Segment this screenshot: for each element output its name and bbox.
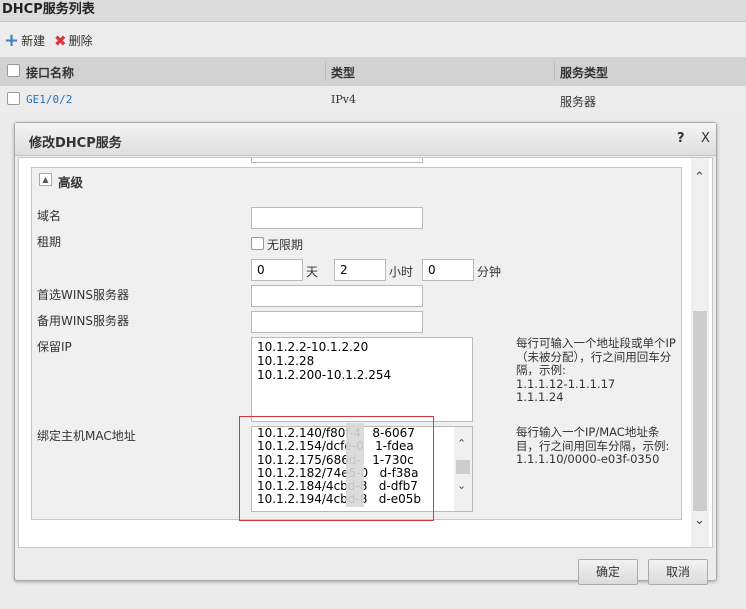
- new-button[interactable]: + 新建: [4, 29, 46, 51]
- cell-service-type: 服务器: [560, 95, 597, 109]
- highlight-box: [239, 416, 434, 521]
- cancel-button[interactable]: 取消: [648, 559, 708, 585]
- wins-backup-label: 备用WINS服务器: [37, 314, 129, 328]
- row-checkbox[interactable]: [7, 92, 20, 105]
- minutes-unit: 分钟: [477, 265, 502, 279]
- delete-label: 删除: [68, 34, 93, 48]
- dialog-header: 修改DHCP服务 ? X: [15, 123, 716, 156]
- plus-icon: +: [4, 29, 20, 51]
- collapse-icon[interactable]: ▲: [39, 173, 52, 186]
- scroll-thumb[interactable]: [456, 460, 470, 474]
- delete-x-icon: ✖: [54, 31, 67, 50]
- bind-mac-scrollbar[interactable]: ⌃ ⌄: [454, 427, 472, 511]
- bind-mac-hint: 每行输入一个IP/MAC地址条目，行之间用回车分隔，示例: 1.1.1.10/0…: [516, 425, 670, 466]
- wins-primary-input[interactable]: [251, 285, 423, 307]
- advanced-panel: ▲ 高级 域名 租期 无限期 0 天 2 小时 0 分钟 首选WINS服务器 备…: [31, 167, 682, 521]
- reserved-ip-label: 保留IP: [37, 340, 72, 354]
- scroll-up-icon[interactable]: ⌃: [694, 170, 705, 185]
- dialog-content: ▲ 高级 域名 租期 无限期 0 天 2 小时 0 分钟 首选WINS服务器 备…: [18, 157, 713, 548]
- lease-label: 租期: [37, 235, 62, 249]
- days-unit: 天: [306, 265, 319, 279]
- interface-link[interactable]: GE1/0/2: [26, 93, 72, 106]
- wins-backup-input[interactable]: [251, 311, 423, 333]
- lease-minutes-input[interactable]: 0: [422, 259, 474, 281]
- scroll-down-icon[interactable]: ⌄: [694, 513, 705, 528]
- help-icon[interactable]: ?: [677, 131, 685, 146]
- bind-mac-label: 绑定主机MAC地址: [37, 429, 136, 443]
- reserved-ip-textarea[interactable]: 10.1.2.2-10.1.2.20 10.1.2.28 10.1.2.200-…: [251, 337, 473, 422]
- header-type: 类型: [331, 66, 356, 80]
- divider: [554, 62, 555, 81]
- lease-days-input[interactable]: 0: [251, 259, 303, 281]
- edit-dhcp-dialog: 修改DHCP服务 ? X ▲ 高级 域名 租期 无限期 0 天 2 小时 0 分…: [14, 122, 717, 585]
- scroll-thumb[interactable]: [693, 311, 707, 511]
- header-interface: 接口名称: [26, 66, 75, 80]
- field-above[interactable]: [251, 158, 423, 163]
- unlimited-checkbox[interactable]: [251, 237, 264, 250]
- header-service-type: 服务类型: [560, 66, 609, 80]
- domain-input[interactable]: [251, 207, 423, 229]
- new-label: 新建: [21, 34, 46, 48]
- divider: [325, 62, 326, 81]
- content-scrollbar[interactable]: ⌃ ⌄: [691, 158, 709, 547]
- dialog-title: 修改DHCP服务: [29, 136, 122, 151]
- cell-type: IPv4: [331, 93, 356, 106]
- section-title: 高级: [58, 175, 84, 190]
- wins-primary-label: 首选WINS服务器: [37, 288, 129, 302]
- ok-button[interactable]: 确定: [578, 559, 638, 585]
- hours-unit: 小时: [389, 265, 414, 279]
- delete-button[interactable]: ✖ 删除: [54, 32, 93, 49]
- toolbar: + 新建 ✖ 删除: [0, 23, 746, 57]
- page-title: DHCP服务列表: [0, 0, 746, 22]
- select-all-checkbox[interactable]: [7, 64, 20, 77]
- lease-hours-input[interactable]: 2: [334, 259, 386, 281]
- domain-label: 域名: [37, 209, 62, 223]
- table-header: 接口名称 类型 服务类型: [0, 57, 746, 86]
- table-row: GE1/0/2 IPv4 服务器: [0, 86, 746, 113]
- reserved-ip-hint: 每行可输入一个地址段或单个IP（未被分配），行之间用回车分隔，示例: 1.1.1…: [516, 336, 676, 404]
- scroll-up-icon[interactable]: ⌃: [457, 437, 466, 450]
- scroll-down-icon[interactable]: ⌄: [457, 479, 466, 492]
- close-icon[interactable]: X: [701, 131, 710, 146]
- unlimited-label: 无限期: [267, 238, 304, 252]
